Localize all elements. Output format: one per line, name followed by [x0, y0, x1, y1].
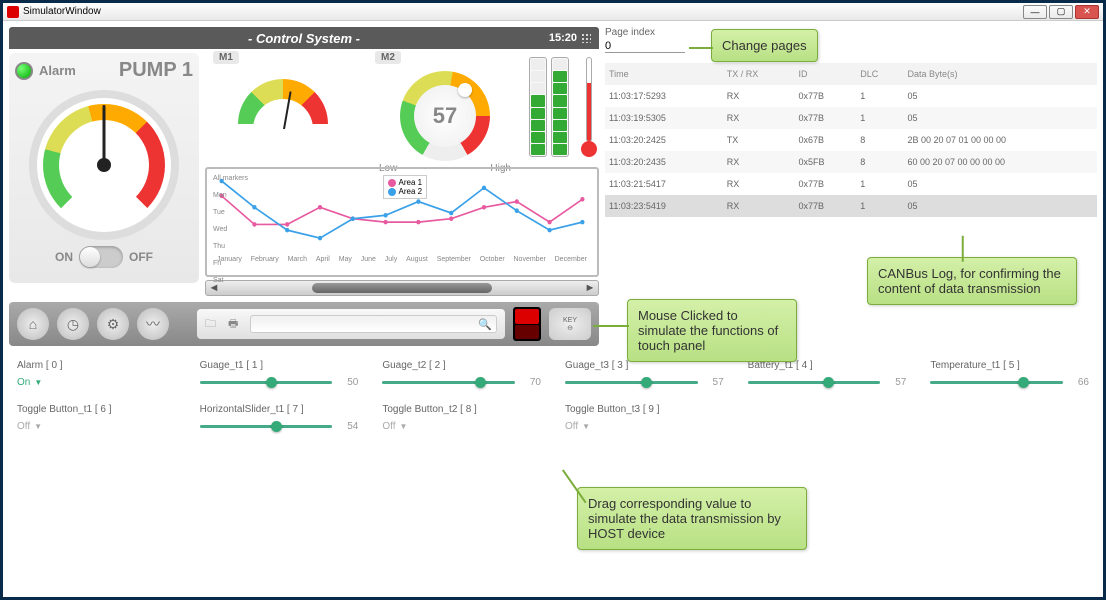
key-button[interactable]: KEY ⊖ [549, 308, 591, 340]
dropdown[interactable]: Off▼ [565, 421, 724, 432]
header-title: - Control System - [248, 31, 360, 46]
callout-canbus: CANBus Log, for confirming the content o… [867, 257, 1077, 305]
control-guage_t3: Guage_t3 [ 3 ]57 [565, 360, 724, 388]
gauge-m1: M1 [205, 53, 361, 163]
dropdown[interactable]: On▼ [17, 377, 176, 388]
dropdown[interactable]: Off▼ [382, 421, 541, 432]
line-chart: All markersMonTueWedThuFriSat Area 1Area… [205, 167, 599, 277]
toggle-on-label: ON [55, 250, 73, 264]
log-row[interactable]: 11:03:21:5417RX0x77B105 [605, 173, 1097, 195]
thermometer-icon [579, 57, 599, 157]
maximize-button[interactable]: ▢ [1049, 5, 1073, 19]
slider[interactable] [200, 425, 333, 428]
log-header: Data Byte(s) [903, 63, 1097, 85]
slider[interactable] [930, 381, 1063, 384]
toolbar: ⌂ ◷ ⚙ 〰 🗀 🖶 🔍 KEY ⊖ [9, 302, 599, 346]
horizontal-scrollbar[interactable]: ◄ ► [205, 280, 599, 296]
power-rocker[interactable] [513, 307, 541, 341]
home-icon[interactable]: ⌂ [17, 308, 49, 340]
chart-legend: Area 1Area 2 [383, 175, 428, 199]
print-icon[interactable]: 🖶 [228, 315, 238, 334]
scroll-thumb[interactable] [312, 283, 492, 293]
control-toggle: Toggle Button_t2 [ 8 ]Off▼ [382, 404, 541, 432]
alarm-led-icon [15, 62, 33, 80]
alarm-toggle[interactable] [79, 246, 123, 268]
callout-drag: Drag corresponding value to simulate the… [577, 487, 807, 550]
pump-label: PUMP 1 [119, 59, 193, 82]
slider[interactable] [200, 381, 333, 384]
callout-change-pages: Change pages [711, 29, 818, 62]
folder-icon[interactable]: 🗀 [205, 315, 216, 334]
log-header: ID [795, 63, 857, 85]
dropdown[interactable]: Off▼ [17, 421, 176, 432]
control-alarm: Alarm [ 0 ]On▼ [17, 360, 176, 388]
chevron-down-icon: ▼ [34, 422, 42, 431]
control-guage_t2: Guage_t2 [ 2 ]70 [382, 360, 541, 388]
control-temperature_t1: Temperature_t1 [ 5 ]66 [930, 360, 1089, 388]
search-icon: 🔍 [478, 318, 492, 331]
log-row[interactable]: 11:03:17:5293RX0x77B105 [605, 85, 1097, 107]
alarm-gauge [29, 90, 179, 240]
control-horizontalslider_t1: HorizontalSlider_t1 [ 7 ]54 [200, 404, 359, 432]
dashboard-icon[interactable]: ◷ [57, 308, 89, 340]
gauge-m2: M2 57 LowHigh [367, 53, 523, 163]
key-icon: ⊖ [567, 324, 573, 332]
page-index-label: Page index [605, 27, 1097, 38]
chevron-down-icon: ▼ [399, 422, 407, 431]
log-header: DLC [856, 63, 903, 85]
header-clock: 15:20 [549, 32, 591, 44]
slider[interactable] [565, 381, 698, 384]
control-battery_t1: Battery_t1 [ 4 ]57 [748, 360, 907, 388]
log-header: TX / RX [723, 63, 795, 85]
minimize-button[interactable]: — [1023, 5, 1047, 19]
chart-icon[interactable]: 〰 [137, 308, 169, 340]
search-input[interactable]: 🔍 [250, 315, 497, 333]
window-title: SimulatorWindow [23, 6, 101, 17]
page-index-input[interactable] [605, 40, 685, 53]
log-row[interactable]: 11:03:19:5305RX0x77B105 [605, 107, 1097, 129]
chevron-down-icon: ▼ [582, 422, 590, 431]
toggle-off-label: OFF [129, 250, 153, 264]
callout-mouse-click: Mouse Clicked to simulate the functions … [627, 299, 797, 362]
dashboard-header: - Control System - 15:20 [9, 27, 599, 49]
log-row[interactable]: 11:03:23:5419RX0x77B105 [605, 195, 1097, 217]
slider[interactable] [382, 381, 515, 384]
apps-grid-icon[interactable] [581, 33, 591, 43]
gear-icon[interactable]: ⚙ [97, 308, 129, 340]
log-header: Time [605, 63, 723, 85]
log-row[interactable]: 11:03:20:2425TX0x67B82B 00 20 07 01 00 0… [605, 129, 1097, 151]
alarm-label: Alarm [39, 63, 76, 78]
canbus-log-table: TimeTX / RXIDDLCData Byte(s) 11:03:17:52… [605, 63, 1097, 217]
alarm-panel: Alarm PUMP 1 ON OFF [9, 53, 199, 283]
control-guage_t1: Guage_t1 [ 1 ]50 [200, 360, 359, 388]
scroll-right-icon[interactable]: ► [582, 281, 598, 295]
log-row[interactable]: 11:03:20:2435RX0x5FB860 00 20 07 00 00 0… [605, 151, 1097, 173]
slider[interactable] [748, 381, 881, 384]
battery-bars [529, 53, 599, 163]
control-toggle: Toggle Button_t1 [ 6 ]Off▼ [17, 404, 176, 432]
chevron-down-icon: ▼ [34, 378, 42, 387]
close-button[interactable]: ✕ [1075, 5, 1099, 19]
titlebar: SimulatorWindow — ▢ ✕ [3, 3, 1103, 21]
control-toggle: Toggle Button_t3 [ 9 ]Off▼ [565, 404, 724, 432]
app-logo-icon [7, 6, 19, 18]
